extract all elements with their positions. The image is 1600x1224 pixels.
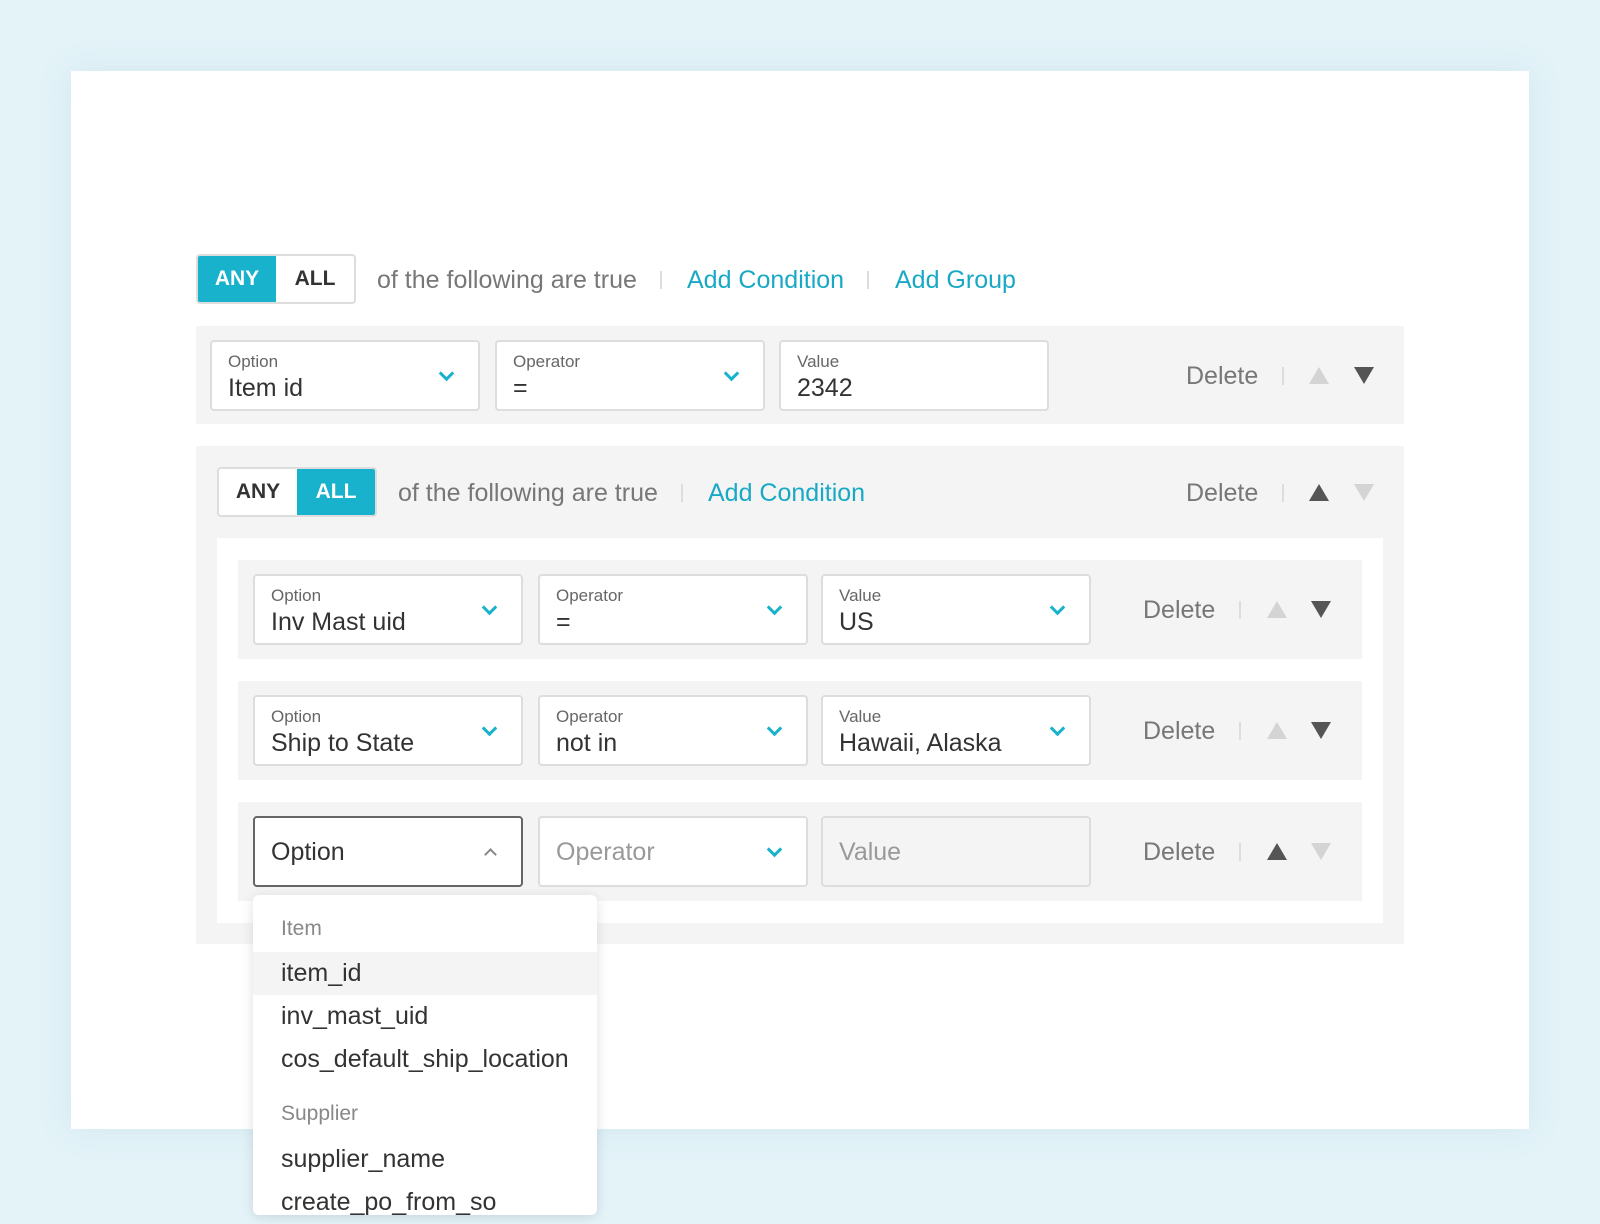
add-condition-link[interactable]: Add Condition	[687, 265, 844, 295]
option-value: Inv Mast uid	[271, 608, 406, 636]
option-label: Option	[228, 352, 279, 371]
move-down-icon[interactable]	[1354, 367, 1374, 384]
move-up-icon[interactable]	[1267, 843, 1287, 860]
group-add-condition-link[interactable]: Add Condition	[708, 478, 865, 508]
option-dropdown-menu: Item item_id inv_mast_uid cos_default_sh…	[253, 895, 597, 1216]
divider	[681, 484, 683, 502]
operator-placeholder: Operator	[556, 838, 655, 866]
divider	[1239, 843, 1241, 861]
group-delete-button[interactable]: Delete	[1186, 478, 1258, 508]
chevron-down-icon	[766, 720, 783, 737]
value-input[interactable]: Value	[821, 816, 1091, 887]
option-select[interactable]: Option	[253, 816, 523, 887]
operator-select[interactable]: Operator =	[495, 340, 765, 411]
value-label: Value	[839, 707, 882, 726]
divider	[1282, 484, 1284, 502]
move-down-icon[interactable]	[1354, 484, 1374, 501]
value-select[interactable]: Value Hawaii, Alaska	[821, 695, 1091, 766]
delete-button[interactable]: Delete	[1143, 837, 1215, 867]
move-up-icon[interactable]	[1309, 484, 1329, 501]
option-label: Option	[271, 707, 322, 726]
value-label: Value	[839, 586, 882, 605]
option-value: Ship to State	[271, 729, 415, 757]
divider	[1239, 722, 1241, 740]
chevron-down-icon	[481, 599, 498, 616]
operator-label: Operator	[513, 352, 581, 371]
value-placeholder: Value	[839, 838, 902, 866]
any-button[interactable]: ANY	[198, 256, 276, 302]
value-select[interactable]: Value US	[821, 574, 1091, 645]
chevron-down-icon	[766, 841, 783, 858]
chevron-down-icon	[1049, 720, 1066, 737]
any-button[interactable]: ANY	[219, 469, 297, 515]
operator-select[interactable]: Operator	[538, 816, 808, 887]
option-select[interactable]: Option Inv Mast uid	[253, 574, 523, 645]
option-select[interactable]: Option Item id	[210, 340, 480, 411]
chevron-up-icon	[484, 848, 497, 861]
chevron-down-icon	[766, 599, 783, 616]
option-value: Item id	[228, 374, 304, 402]
divider	[660, 271, 662, 289]
delete-button[interactable]: Delete	[1143, 716, 1215, 746]
group-label-item: Item	[281, 917, 322, 940]
header-text: of the following are true	[377, 266, 637, 294]
chevron-down-icon	[438, 365, 455, 382]
menu-item-supplier-name[interactable]: supplier_name	[253, 1138, 597, 1181]
option-select[interactable]: Option Ship to State	[253, 695, 523, 766]
operator-value: not in	[556, 729, 618, 757]
menu-item-inv-mast-uid[interactable]: inv_mast_uid	[253, 995, 597, 1038]
operator-select[interactable]: Operator not in	[538, 695, 808, 766]
group-label-supplier: Supplier	[281, 1102, 359, 1125]
delete-button[interactable]: Delete	[1143, 595, 1215, 625]
move-up-icon[interactable]	[1267, 722, 1287, 739]
menu-item-create-po-from-so[interactable]: create_po_from_so	[253, 1181, 597, 1224]
all-button[interactable]: ALL	[297, 469, 375, 515]
divider	[1282, 367, 1284, 385]
delete-button[interactable]: Delete	[1186, 361, 1258, 391]
move-down-icon[interactable]	[1311, 722, 1331, 739]
chevron-down-icon	[481, 720, 498, 737]
group-header-text: of the following are true	[398, 479, 658, 507]
menu-item-cos-default-ship-location[interactable]: cos_default_ship_location	[253, 1038, 597, 1081]
divider	[1239, 601, 1241, 619]
group-any-all-toggle[interactable]: ANY ALL	[217, 467, 377, 517]
menu-item-item-id[interactable]: item_id	[253, 952, 597, 995]
operator-label: Operator	[556, 586, 624, 605]
divider	[867, 271, 869, 289]
value-text: 2342	[797, 374, 853, 402]
move-down-icon[interactable]	[1311, 601, 1331, 618]
operator-select[interactable]: Operator =	[538, 574, 808, 645]
move-up-icon[interactable]	[1267, 601, 1287, 618]
move-down-icon[interactable]	[1311, 843, 1331, 860]
move-up-icon[interactable]	[1309, 367, 1329, 384]
operator-value: =	[556, 608, 571, 636]
value-text: Hawaii, Alaska	[839, 729, 1002, 757]
any-all-toggle[interactable]: ANY ALL	[196, 254, 356, 304]
operator-label: Operator	[556, 707, 624, 726]
all-button[interactable]: ALL	[276, 256, 354, 302]
option-label: Option	[271, 586, 322, 605]
value-label: Value	[797, 352, 840, 371]
operator-value: =	[513, 374, 528, 402]
option-placeholder: Option	[271, 838, 345, 866]
chevron-down-icon	[1049, 599, 1066, 616]
value-text: US	[839, 608, 874, 636]
value-input[interactable]: Value 2342	[779, 340, 1049, 411]
add-group-link[interactable]: Add Group	[895, 265, 1016, 295]
chevron-down-icon	[723, 365, 740, 382]
